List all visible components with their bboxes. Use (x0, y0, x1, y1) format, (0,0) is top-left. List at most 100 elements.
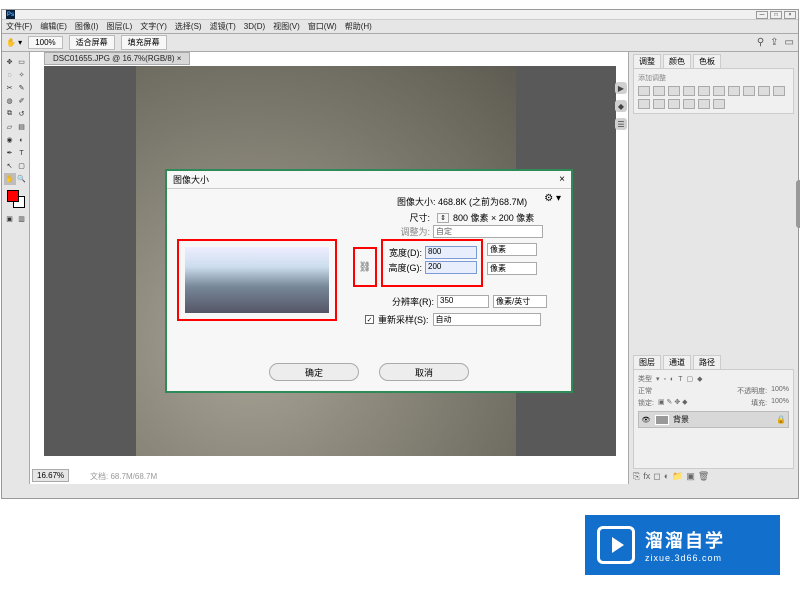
ok-button[interactable]: 确定 (269, 363, 359, 381)
mask-icon[interactable]: ◻ (653, 471, 660, 482)
fx-icon[interactable]: fx (643, 471, 650, 482)
crop-tool[interactable]: ✂ (4, 82, 16, 94)
menu-image[interactable]: 图像(I) (75, 21, 99, 32)
adj-bw-icon[interactable] (743, 86, 755, 96)
adj-curves-icon[interactable] (668, 86, 680, 96)
group-icon[interactable]: 📁 (672, 471, 683, 482)
dodge-tool[interactable]: ◐ (16, 134, 28, 146)
hand-tool[interactable]: ✋ (4, 173, 16, 185)
fill-value[interactable]: 100% (771, 398, 789, 408)
adj-brightness-icon[interactable] (638, 86, 650, 96)
height-input[interactable]: 200 (425, 261, 477, 274)
history-panel-icon[interactable]: ▶ (615, 82, 627, 94)
tab-color[interactable]: 颜色 (663, 54, 691, 68)
width-input[interactable]: 800 (425, 246, 477, 259)
quickmask-toggle[interactable]: ▣ (4, 213, 16, 225)
adj-balance-icon[interactable] (728, 86, 740, 96)
menu-edit[interactable]: 编辑(E) (40, 21, 67, 32)
menu-3d[interactable]: 3D(D) (244, 22, 265, 31)
adj-hue-icon[interactable] (713, 86, 725, 96)
adj-lookup-icon[interactable] (638, 99, 650, 109)
adj-gradient-icon[interactable] (698, 99, 710, 109)
search-icon[interactable]: ⚲ (757, 37, 764, 48)
eyedropper-tool[interactable]: ✎ (16, 82, 28, 94)
resample-checkbox[interactable]: ✓ (365, 315, 374, 324)
libraries-panel-icon[interactable]: ☰ (615, 118, 627, 130)
stamp-tool[interactable]: ⧉ (4, 108, 16, 120)
healing-tool[interactable]: ◍ (4, 95, 16, 107)
adj-vibrance-icon[interactable] (698, 86, 710, 96)
tab-swatches[interactable]: 色板 (693, 54, 721, 68)
fit-screen-button[interactable]: 适合屏幕 (69, 35, 115, 50)
delete-layer-icon[interactable]: 🗑 (698, 471, 709, 482)
document-tab[interactable]: DSC01655.JPG @ 16.7%(RGB/8) × (44, 52, 190, 65)
fit-to-select[interactable]: 自定 (433, 225, 543, 238)
menu-select[interactable]: 选择(S) (175, 21, 202, 32)
adj-mixer-icon[interactable] (773, 86, 785, 96)
menu-filter[interactable]: 滤镜(T) (210, 21, 236, 32)
adj-poster-icon[interactable] (668, 99, 680, 109)
screenmode-toggle[interactable]: ▥ (16, 213, 28, 225)
link-layers-icon[interactable]: ⎘ (633, 471, 640, 482)
hand-tool-icon[interactable]: ✋ ▾ (6, 38, 22, 47)
layer-row-background[interactable]: 👁 背景 🔒 (638, 411, 789, 428)
path-tool[interactable]: ↖ (4, 160, 16, 172)
opacity-value[interactable]: 100% (771, 386, 789, 396)
gear-icon[interactable]: ⚙ ▾ (544, 193, 561, 204)
move-tool[interactable]: ✥ (4, 56, 16, 68)
brush-tool[interactable]: ✐ (16, 95, 28, 107)
menu-help[interactable]: 帮助(H) (345, 21, 372, 32)
cancel-button[interactable]: 取消 (379, 363, 469, 381)
dimension-link-icon[interactable]: ⇕ (437, 213, 449, 223)
menu-file[interactable]: 文件(F) (6, 21, 32, 32)
shape-tool[interactable]: ▢ (16, 160, 28, 172)
lasso-tool[interactable]: ◌ (4, 69, 16, 81)
adjustment-layer-icon[interactable]: ◐ (664, 471, 669, 482)
blend-mode-select[interactable]: 正常 (638, 386, 652, 396)
adj-selective-icon[interactable] (713, 99, 725, 109)
height-unit-select[interactable]: 像素 (487, 262, 537, 275)
zoom-readout[interactable]: 16.67% (32, 469, 69, 482)
close-window-button[interactable]: × (784, 11, 796, 19)
minimize-button[interactable]: — (756, 11, 768, 19)
image-size-value: 468.8K (之前为68.7M) (438, 197, 527, 207)
layer-thumbnail[interactable] (655, 415, 669, 425)
menu-type[interactable]: 文字(Y) (140, 21, 167, 32)
workspace-icon[interactable]: ▭ (785, 37, 794, 48)
tab-adjust[interactable]: 调整 (633, 54, 661, 68)
zoom-tool[interactable]: 🔍 (16, 173, 28, 185)
width-unit-select[interactable]: 像素 (487, 243, 537, 256)
resolution-input[interactable]: 350 (437, 295, 489, 308)
eraser-tool[interactable]: ▱ (4, 121, 16, 133)
gradient-tool[interactable]: ▤ (16, 121, 28, 133)
zoom-percent[interactable]: 100% (28, 36, 62, 49)
properties-panel-icon[interactable]: ◆ (615, 100, 627, 112)
adj-threshold-icon[interactable] (683, 99, 695, 109)
new-layer-icon[interactable]: ▣ (686, 471, 695, 482)
blur-tool[interactable]: ◉ (4, 134, 16, 146)
wand-tool[interactable]: ✧ (16, 69, 28, 81)
resolution-unit-select[interactable]: 像素/英寸 (493, 295, 547, 308)
tab-paths[interactable]: 路径 (693, 355, 721, 369)
tab-layers[interactable]: 图层 (633, 355, 661, 369)
maximize-button[interactable]: □ (770, 11, 782, 19)
link-icon[interactable]: ⛓ (359, 262, 372, 273)
pen-tool[interactable]: ✒ (4, 147, 16, 159)
adj-exposure-icon[interactable] (683, 86, 695, 96)
type-tool[interactable]: T (16, 147, 28, 159)
resample-select[interactable]: 自动 (433, 313, 541, 326)
menu-window[interactable]: 窗口(W) (308, 21, 337, 32)
menu-layer[interactable]: 图层(L) (106, 21, 132, 32)
marquee-tool[interactable]: ▭ (16, 56, 28, 68)
dialog-close-button[interactable]: × (559, 174, 565, 185)
adj-photo-icon[interactable] (758, 86, 770, 96)
adj-levels-icon[interactable] (653, 86, 665, 96)
adj-invert-icon[interactable] (653, 99, 665, 109)
menu-view[interactable]: 视图(V) (273, 21, 300, 32)
share-icon[interactable]: ⇪ (770, 37, 778, 48)
tab-channels[interactable]: 通道 (663, 355, 691, 369)
visibility-toggle[interactable]: 👁 (641, 416, 651, 424)
fill-screen-button[interactable]: 填充屏幕 (121, 35, 167, 50)
color-swatch[interactable] (7, 190, 25, 208)
history-brush-tool[interactable]: ↺ (16, 108, 28, 120)
